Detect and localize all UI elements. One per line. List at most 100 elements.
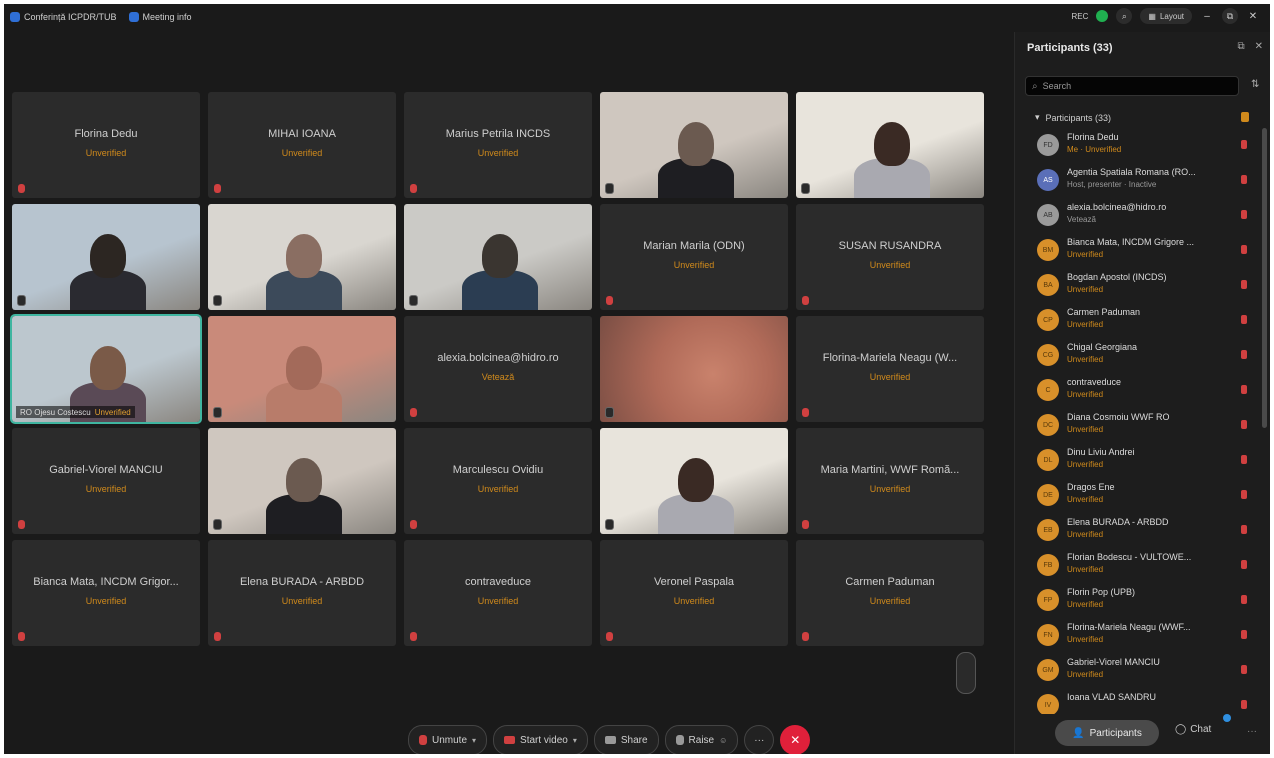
video-tile[interactable] [404,204,592,310]
meeting-info-button[interactable]: Meeting info [128,12,192,22]
chevron-down-icon[interactable]: ▾ [472,736,476,745]
mic-muted-icon[interactable] [1241,175,1247,184]
video-tile[interactable] [208,316,396,422]
mic-muted-icon [18,520,25,529]
participant-tile[interactable]: contraveduce Unverified [404,540,592,646]
mic-muted-icon[interactable] [1241,385,1247,394]
mic-muted-icon [606,632,613,641]
tile-participant-status: Unverified [281,148,323,158]
participants-button[interactable]: 👤 Participants [1055,720,1159,746]
participant-row[interactable]: EB Elena BURADA - ARBDD Unverified [1035,515,1251,549]
participant-row[interactable]: FN Florina-Mariela Neagu (WWF... Unverifie… [1035,620,1251,654]
video-tile[interactable] [600,428,788,534]
participant-video-head [90,346,126,390]
panel-scrollbar[interactable] [1262,128,1267,428]
participant-tile[interactable]: Bianca Mata, INCDM Grigor... Unverified [12,540,200,646]
participant-row[interactable]: CG Chigal Georgiana Unverified [1035,340,1251,374]
participants-panel: Participants (33) ⧉ ✕ ⌕ Search ⇅ ▾ Parti… [1014,32,1270,754]
participant-row[interactable]: CP Carmen Paduman Unverified [1035,305,1251,339]
participant-tile[interactable]: alexia.bolcinea@hidro.ro Vetează [404,316,592,422]
participant-tile[interactable]: Marian Marila (ODN) Unverified [600,204,788,310]
mic-muted-icon[interactable] [1241,630,1247,639]
participant-tile[interactable]: Elena BURADA - ARBDD Unverified [208,540,396,646]
video-tile[interactable] [600,316,788,422]
app-label[interactable]: Conferință ICPDR/TUB [10,12,117,22]
mic-muted-icon[interactable] [1241,245,1247,254]
mic-muted-icon[interactable] [1241,595,1247,604]
participant-row[interactable]: GM Gabriel-Viorel MANCIU Unverified [1035,655,1251,689]
minimize-icon[interactable]: – [1200,11,1214,22]
participant-tile[interactable]: Marculescu Ovidiu Unverified [404,428,592,534]
share-button[interactable]: Share [593,725,659,754]
sort-options-icon[interactable]: ⇅ [1251,79,1259,90]
tile-participant-status: Unverified [477,596,519,606]
mic-muted-icon[interactable] [1241,455,1247,464]
participant-tile[interactable]: Florina-Mariela Neagu (W... Unverified [796,316,984,422]
tile-participant-status: Unverified [477,148,519,158]
close-icon[interactable]: ✕ [1246,11,1260,22]
mic-muted-icon[interactable] [1241,350,1247,359]
layout-button[interactable]: ▦ Layout [1140,8,1192,24]
participant-row[interactable]: FP Florin Pop (UPB) Unverified [1035,585,1251,619]
app-label-text: Conferință ICPDR/TUB [24,12,117,22]
maximize-icon[interactable]: ⧉ [1222,8,1238,24]
participant-row[interactable]: FB Florian Bodescu - VULTOWE... Unverified [1035,550,1251,584]
mic-muted-icon[interactable] [1241,525,1247,534]
video-tile[interactable] [208,204,396,310]
video-tile[interactable] [796,92,984,198]
end-call-button[interactable]: ✕ [780,725,811,754]
participant-name: Ioana VLAD SANDRU [1067,692,1157,702]
participant-row[interactable]: DC Diana Cosmoiu WWF RO Unverified [1035,410,1251,444]
tile-participant-name: Carmen Paduman [845,576,935,588]
avatar: BA [1037,274,1059,296]
participant-row[interactable]: Ccontraveduce Unverified [1035,375,1251,409]
participant-tile[interactable]: Gabriel-Viorel MANCIU Unverified [12,428,200,534]
video-tile[interactable] [208,428,396,534]
participant-tile[interactable]: Maria Martini, WWF Romă... Unverified [796,428,984,534]
chevron-down-icon[interactable]: ▾ [573,736,577,745]
participant-tile[interactable]: Florina Dedu Unverified [12,92,200,198]
participant-row[interactable]: AS Agentia Spatiala Romana (RO... Host, pr… [1035,165,1251,199]
participant-tile[interactable]: Veronel Paspala Unverified [600,540,788,646]
grid-scroll-handle[interactable] [956,652,976,694]
participant-row[interactable]: DL Dinu Liviu Andrei Unverified [1035,445,1251,479]
participant-tile[interactable]: SUSAN RUSANDRA Unverified [796,204,984,310]
chat-icon: ◯ [1175,724,1187,735]
participant-search-input[interactable]: ⌕ Search [1025,76,1239,96]
video-tile[interactable]: RO Ojesu Costescu Unverified [10,314,202,424]
search-icon[interactable]: ⌕ [1116,8,1133,24]
unmute-button[interactable]: Unmute ▾ [408,725,488,754]
participant-row[interactable]: FD Florina Dedu Me · Unverified [1035,130,1251,164]
participant-row[interactable]: BM Bianca Mata, INCDM Grigore ... Unverifi… [1035,235,1251,269]
participant-name: Chigal Georgiana [1067,342,1138,352]
mic-muted-icon[interactable] [1241,140,1247,149]
video-tile[interactable] [12,204,200,310]
reactions-icon[interactable]: ☺ [719,736,727,745]
mic-muted-icon[interactable] [1241,280,1247,289]
participant-row[interactable]: DE Dragos Ene Unverified [1035,480,1251,514]
participant-row[interactable]: AB alexia.bolcinea@hidro.ro Vetează [1035,200,1251,234]
participant-tile[interactable]: Carmen Paduman Unverified [796,540,984,646]
participant-tile[interactable]: Marius Petrila INCDS Unverified [404,92,592,198]
close-panel-icon[interactable]: ✕ [1255,41,1263,52]
raise-hand-button[interactable]: Raise ☺ [664,725,739,754]
more-options-button[interactable]: ··· [744,725,775,754]
mic-muted-icon[interactable] [1241,210,1247,219]
avatar: CG [1037,344,1059,366]
hand-icon[interactable] [1241,112,1249,122]
mic-muted-icon[interactable] [1241,665,1247,674]
chat-button[interactable]: ◯ Chat [1175,724,1211,735]
participant-name: Gabriel-Viorel MANCIU [1067,657,1160,667]
start-video-button[interactable]: Start video ▾ [493,725,588,754]
participant-row[interactable]: BA Bogdan Apostol (INCDS) Unverified [1035,270,1251,304]
mic-muted-icon[interactable] [1241,490,1247,499]
mic-muted-icon[interactable] [1241,315,1247,324]
participant-tile[interactable]: MIHAI IOANA Unverified [208,92,396,198]
mic-muted-icon[interactable] [1241,700,1247,709]
mic-muted-icon[interactable] [1241,420,1247,429]
more-icon[interactable]: ··· [1247,726,1257,737]
video-tile[interactable] [600,92,788,198]
participants-section-toggle[interactable]: ▾ Participants (33) [1035,112,1111,123]
pop-out-icon[interactable]: ⧉ [1237,41,1244,52]
mic-muted-icon[interactable] [1241,560,1247,569]
